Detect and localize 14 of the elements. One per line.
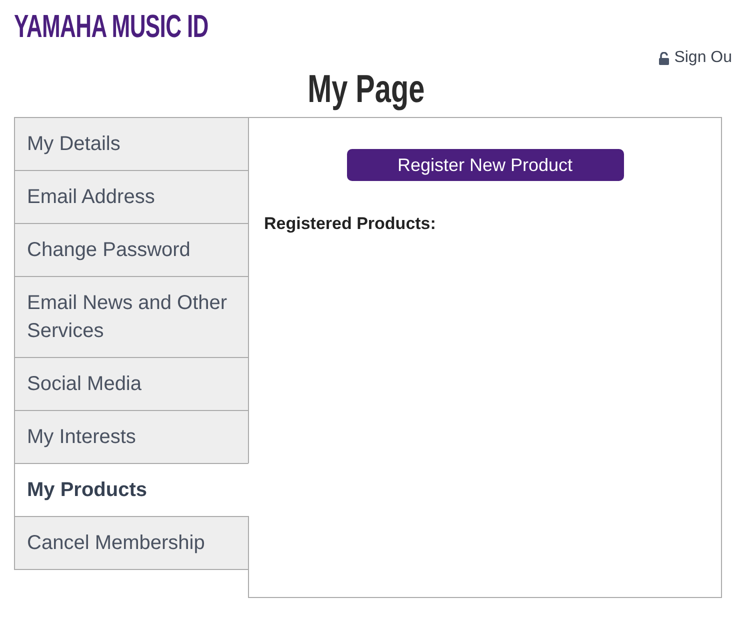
sign-out-link[interactable]: Sign Ou [659, 48, 732, 68]
sidebar-nav-item[interactable]: Social Media [14, 357, 249, 410]
sidebar-nav-item[interactable]: Change Password [14, 223, 249, 276]
sidebar-nav-item[interactable]: Email News and Other Services [14, 276, 249, 357]
padlock-icon [659, 52, 670, 64]
logo: YAMAHA MUSIC ID [14, 10, 208, 42]
sidebar-nav-item[interactable]: Email Address [14, 170, 249, 223]
sidebar-nav-item[interactable]: My Interests [14, 410, 249, 463]
sidebar-nav-item[interactable]: My Products [14, 463, 249, 516]
page-title: My Page [307, 68, 425, 112]
sidebar-nav-item[interactable]: My Details [14, 117, 249, 170]
register-new-product-button[interactable]: Register New Product [346, 149, 624, 181]
sidebar-nav-item[interactable]: Cancel Membership [14, 516, 249, 570]
registered-products-heading: Registered Products: [264, 214, 436, 234]
